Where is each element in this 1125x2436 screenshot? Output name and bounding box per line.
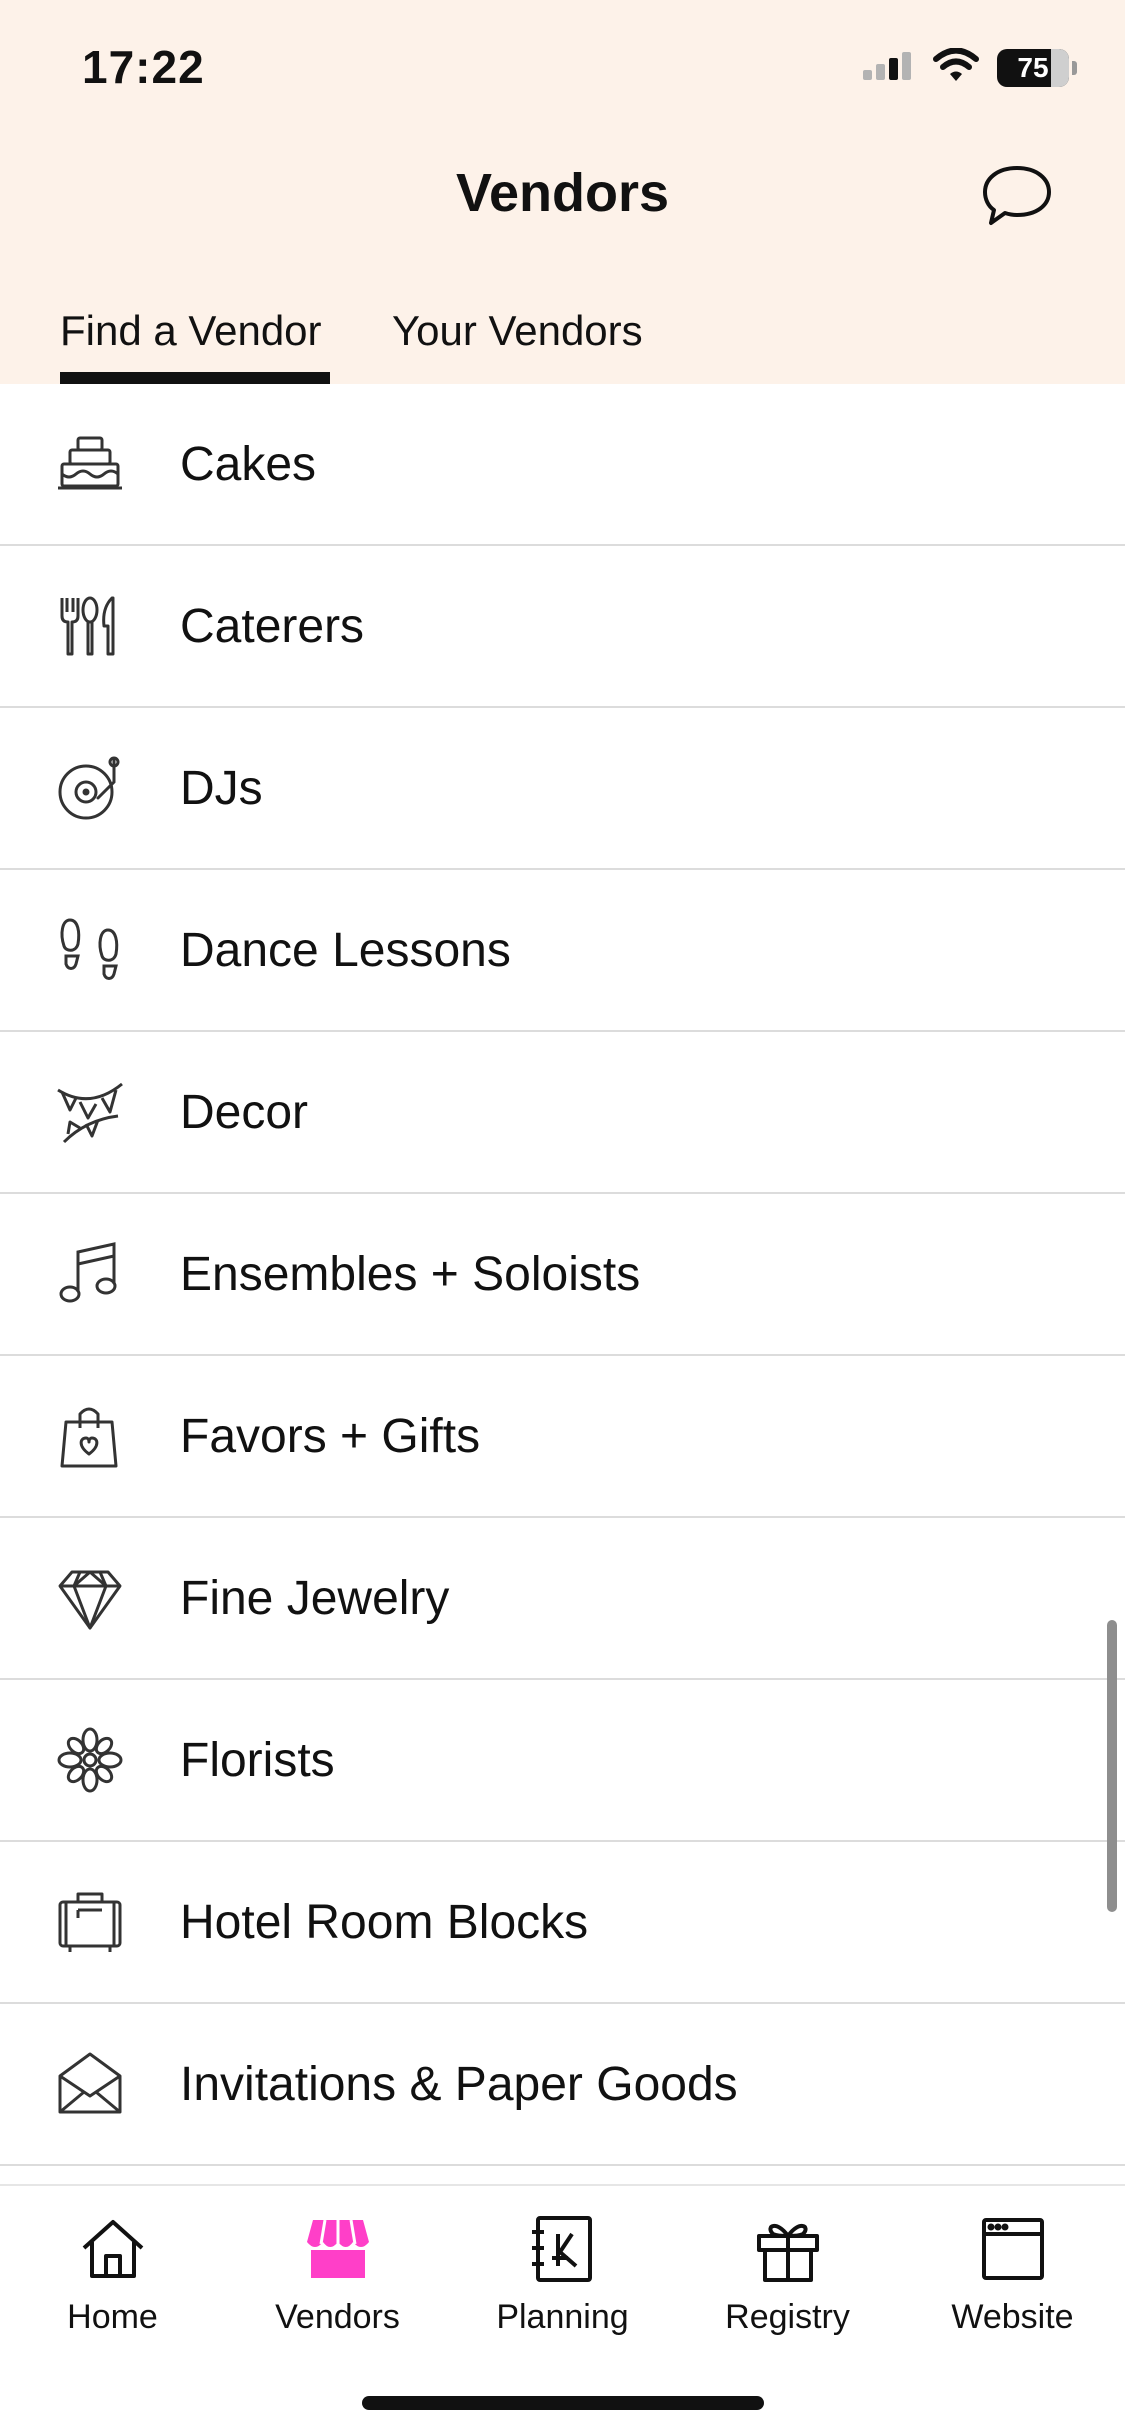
list-item-partial[interactable] (0, 2166, 1125, 2184)
storefront-icon (306, 2219, 369, 2278)
home-indicator[interactable] (362, 2396, 764, 2410)
list-item-label: Invitations & Paper Goods (180, 2057, 738, 2111)
nav-label: Registry (725, 2298, 850, 2336)
nav-website[interactable]: Website (900, 2214, 1125, 2337)
active-tab-indicator (60, 372, 330, 384)
music-note-icon (56, 1240, 124, 1308)
chat-bubble-icon (983, 166, 1051, 225)
list-item-decor[interactable]: Decor (0, 1032, 1125, 1194)
page-title: Vendors (455, 163, 670, 223)
list-item-label: Fine Jewelry (180, 1571, 450, 1625)
status-icons: 75 (861, 47, 1077, 87)
vendor-tabs: Find a Vendor Your Vendors (0, 300, 1125, 384)
battery-level: 75 (1017, 51, 1049, 83)
bunting-icon (56, 1078, 124, 1146)
planner-icon (531, 2216, 592, 2282)
cake-icon (56, 430, 124, 498)
nav-vendors[interactable]: Vendors (225, 2214, 450, 2337)
list-item-dance-lessons[interactable]: Dance Lessons (0, 870, 1125, 1032)
footprints-icon (56, 916, 124, 984)
cellular-signal-icon (861, 50, 915, 85)
list-item-label: Hotel Room Blocks (180, 1895, 589, 1949)
list-item-fine-jewelry[interactable]: Fine Jewelry (0, 1518, 1125, 1680)
suitcase-icon (56, 1888, 124, 1956)
utensils-icon (56, 592, 124, 660)
browser-window-icon (981, 2218, 1044, 2280)
flower-icon (56, 1726, 124, 1794)
messages-button[interactable] (979, 160, 1055, 232)
envelope-icon (56, 2050, 124, 2118)
status-time: 17:22 (82, 41, 205, 93)
list-item-florists[interactable]: Florists (0, 1680, 1125, 1842)
list-item-label: Caterers (180, 599, 365, 653)
list-item-label: Decor (180, 1085, 309, 1139)
list-item-caterers[interactable]: Caterers (0, 546, 1125, 708)
list-item-favors-gifts[interactable]: Favors + Gifts (0, 1356, 1125, 1518)
gift-bag-icon (56, 1402, 124, 1470)
list-item-label: Favors + Gifts (180, 1409, 481, 1463)
list-item-label: Ensembles + Soloists (180, 1247, 641, 1301)
list-item-label: Cakes (180, 437, 317, 491)
nav-home[interactable]: Home (0, 2214, 225, 2337)
nav-registry[interactable]: Registry (675, 2214, 900, 2337)
list-item-invitations-paper-goods[interactable]: Invitations & Paper Goods (0, 2004, 1125, 2166)
nav-planning[interactable]: Planning (450, 2214, 675, 2337)
home-icon (82, 2220, 143, 2278)
gift-icon (756, 2224, 819, 2282)
tab-your-vendors[interactable]: Your Vendors (392, 300, 643, 384)
list-item-ensembles-soloists[interactable]: Ensembles + Soloists (0, 1194, 1125, 1356)
nav-label: Website (951, 2298, 1074, 2336)
nav-label: Planning (496, 2298, 629, 2336)
list-item-djs[interactable]: DJs (0, 708, 1125, 870)
nav-label: Home (67, 2298, 158, 2336)
list-item-label: Dance Lessons (180, 923, 511, 977)
battery-icon: 75 (997, 48, 1077, 87)
vendor-category-list[interactable]: Cakes Caterers DJs Dance Lessons Decor E… (0, 384, 1125, 2184)
wifi-icon (933, 47, 979, 87)
list-item-cakes[interactable]: Cakes (0, 384, 1125, 546)
status-bar: 17:22 75 (0, 0, 1125, 140)
list-item-label: Florists (180, 1733, 335, 1787)
list-item-hotel-room-blocks[interactable]: Hotel Room Blocks (0, 1842, 1125, 2004)
header: 17:22 75 Vendors Find a Vendor Your Vend… (0, 0, 1125, 384)
list-item-label: DJs (180, 761, 263, 815)
diamond-icon (56, 1564, 124, 1632)
nav-label: Vendors (275, 2298, 400, 2336)
list-scrollbar[interactable] (1107, 1620, 1117, 1912)
record-player-icon (56, 754, 124, 822)
